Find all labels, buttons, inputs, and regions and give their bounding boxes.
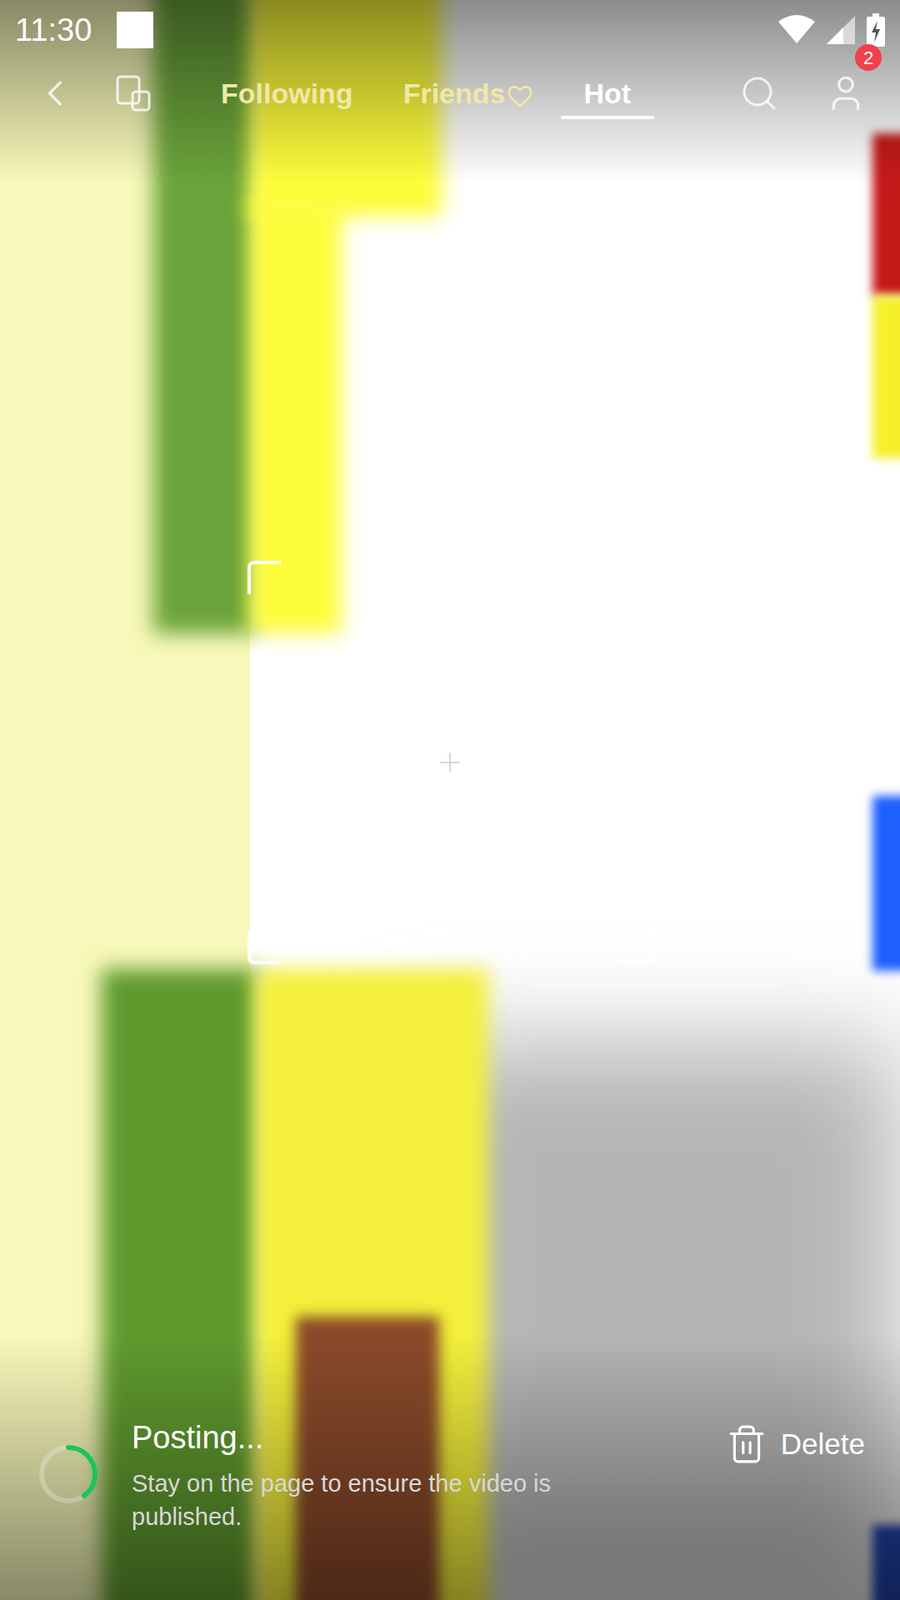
notification-icon: [116, 11, 154, 49]
posting-bar: Posting...Stay on the page to ensure the…: [0, 1397, 900, 1600]
video-area: [0, 126, 900, 1398]
status-bar: 11:30: [0, 0, 900, 60]
back-icon[interactable]: [33, 71, 77, 115]
posting-message: Stay on the page to ensure the video is …: [131, 1466, 615, 1534]
top-nav: Following Friends Hot 2: [0, 60, 900, 127]
overlay: 11:30 Following Friends Hot 2 Posting...Stay …: [0, 0, 900, 1600]
delete-button[interactable]: Delete: [725, 1422, 865, 1467]
posting-title: Posting...: [131, 1414, 696, 1462]
trash-icon: [725, 1423, 768, 1465]
search-icon[interactable]: [739, 73, 780, 114]
progress-spinner: [35, 1440, 102, 1508]
focus-corner: [247, 930, 281, 965]
profile-button[interactable]: 2: [825, 72, 867, 115]
battery-icon: [866, 13, 885, 47]
screen: 11:30 Following Friends Hot 2 Posting...Stay …: [0, 0, 900, 1600]
crosshair-icon: [434, 746, 466, 779]
focus-frame: [247, 560, 653, 965]
heart-icon: [506, 83, 534, 109]
signal-icon: [826, 15, 855, 45]
notification-badge: 2: [855, 44, 882, 71]
tab[interactable]: Following: [220, 72, 354, 115]
multi-window-icon[interactable]: [114, 73, 155, 114]
video-frame: [0, 0, 900, 1600]
clock: 11:30: [15, 6, 92, 55]
tab-indicator: [560, 115, 655, 120]
tab[interactable]: Hot: [583, 72, 631, 115]
wifi-icon: [778, 15, 815, 45]
profile-icon: [825, 72, 867, 115]
tab[interactable]: Friends: [403, 72, 535, 115]
focus-corner: [247, 560, 281, 595]
tabs: Following Friends Hot: [220, 72, 631, 115]
